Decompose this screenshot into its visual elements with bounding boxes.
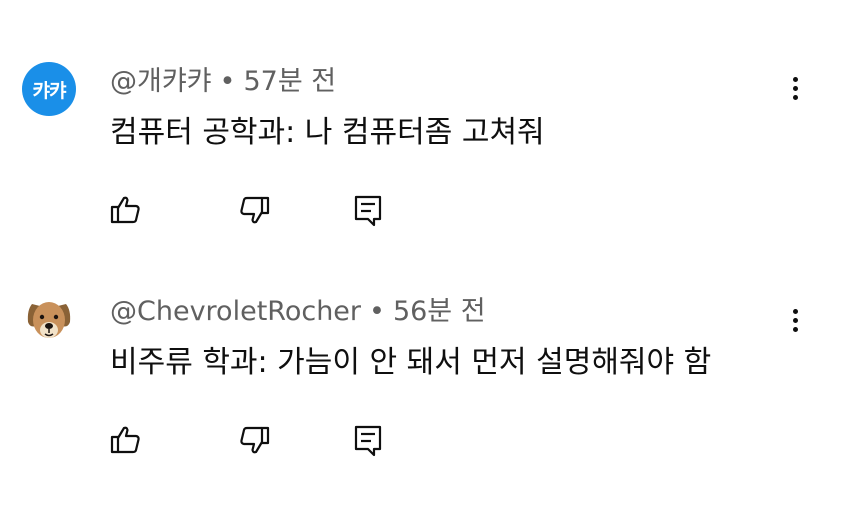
- avatar[interactable]: 캬캬: [22, 62, 76, 116]
- comment-meta: @ChevroletRocher • 56분 전: [110, 296, 486, 328]
- comment-text: 컴퓨터 공학과: 나 컴퓨터좀 고쳐줘: [110, 115, 545, 150]
- separator-dot: •: [369, 296, 385, 327]
- like-button[interactable]: [106, 190, 146, 230]
- thumbs-down-icon: [240, 196, 270, 224]
- more-vertical-icon: [792, 308, 798, 314]
- like-button[interactable]: [106, 420, 146, 460]
- separator-dot: •: [219, 66, 236, 97]
- dog-avatar-icon: [22, 292, 76, 346]
- more-options-button[interactable]: [780, 68, 810, 108]
- thumbs-down-icon: [240, 426, 270, 454]
- reply-button[interactable]: [348, 190, 388, 230]
- more-dot: [792, 94, 798, 100]
- reply-icon: [354, 195, 382, 227]
- reply-button[interactable]: [348, 420, 388, 460]
- more-dot: [792, 317, 798, 323]
- comment: @ChevroletRocher • 56분 전 비주류 학과: 가늠이 안 돼서 …: [0, 250, 850, 506]
- thumbs-up-icon: [110, 196, 140, 224]
- dislike-button[interactable]: [234, 190, 274, 230]
- avatar-text: 캬캬: [32, 79, 67, 102]
- dislike-button[interactable]: [234, 420, 274, 460]
- author-name[interactable]: @ChevroletRocher: [110, 296, 361, 327]
- timestamp[interactable]: 57분 전: [243, 66, 336, 97]
- avatar[interactable]: [22, 292, 76, 346]
- comment: 캬캬 @개캬캬 • 57분 전 컴퓨터 공학과: 나 컴퓨터좀 고쳐줘: [0, 0, 850, 250]
- more-dot: [792, 85, 798, 91]
- comment-text: 비주류 학과: 가늠이 안 돼서 먼저 설명해줘야 함: [110, 345, 712, 380]
- author-name[interactable]: @개캬캬: [110, 66, 212, 97]
- comment-meta: @개캬캬 • 57분 전: [110, 66, 336, 98]
- reply-icon: [354, 425, 382, 457]
- more-vertical-icon: [792, 76, 798, 82]
- more-options-button[interactable]: [780, 300, 810, 340]
- more-dot: [792, 326, 798, 332]
- thumbs-up-icon: [110, 426, 140, 454]
- timestamp[interactable]: 56분 전: [393, 296, 486, 327]
